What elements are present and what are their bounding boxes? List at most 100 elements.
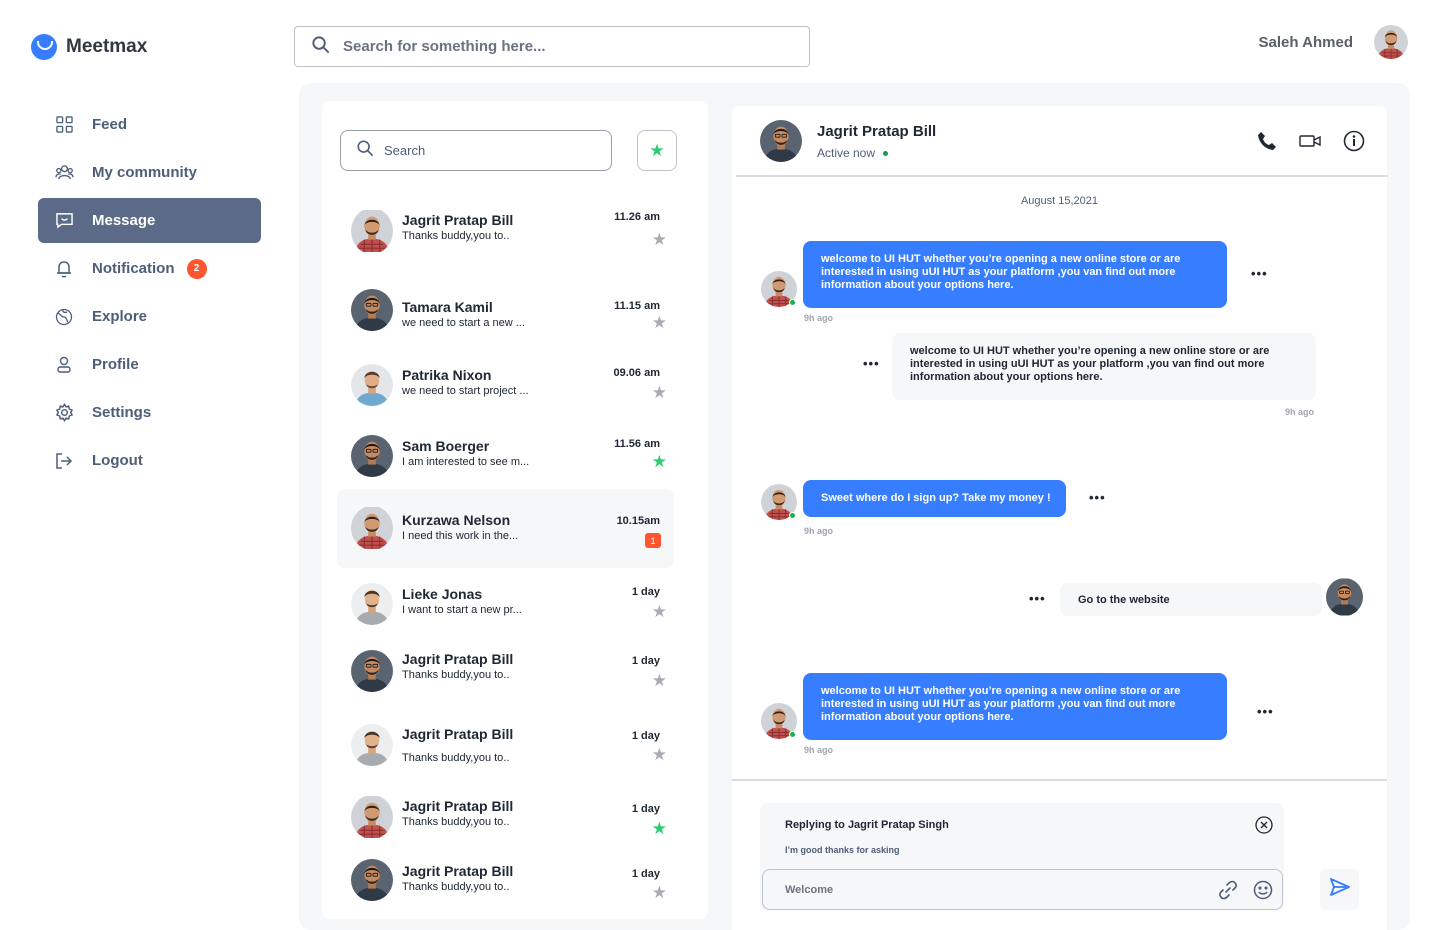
star-icon[interactable]: ★ xyxy=(652,671,667,691)
sidebar-item-message[interactable]: Message xyxy=(38,198,261,243)
conversation-time: 11.26 am xyxy=(614,211,660,223)
message-input[interactable] xyxy=(785,883,1185,896)
sidebar-item-notification[interactable]: Notification 2 xyxy=(38,246,261,291)
more-options-icon[interactable]: ••• xyxy=(1029,591,1046,606)
avatar xyxy=(351,289,393,331)
conversation-item[interactable]: Tamara Kamil we need to start a new ... 1… xyxy=(337,289,674,333)
sidebar-item-logout[interactable]: Logout xyxy=(38,438,261,483)
conversation-time: 11.56 am xyxy=(614,438,660,450)
star-icon[interactable]: ★ xyxy=(652,383,667,403)
more-options-icon[interactable]: ••• xyxy=(1089,490,1106,505)
app-logo[interactable]: Meetmax xyxy=(31,34,147,60)
sidebar-item-explore[interactable]: Explore xyxy=(38,294,261,339)
conversation-preview: we need to start a new ... xyxy=(402,317,525,329)
logo-icon xyxy=(31,34,57,60)
sidebar-item-label: Settings xyxy=(92,404,152,421)
send-icon xyxy=(1329,877,1351,902)
conversation-preview: we need to start project ... xyxy=(402,385,529,397)
reply-title: Replying to Jagrit Pratap Singh xyxy=(785,819,949,831)
chat-status-text: Active now xyxy=(817,146,876,160)
conversation-name: Sam Boerger xyxy=(402,438,490,454)
more-options-icon[interactable]: ••• xyxy=(1251,266,1268,281)
phone-icon[interactable] xyxy=(1255,129,1279,153)
conversation-name: Patrika Nixon xyxy=(402,367,492,383)
conversation-name: Tamara Kamil xyxy=(402,299,493,315)
sidebar-item-my-community[interactable]: My community xyxy=(38,150,261,195)
conversation-search[interactable] xyxy=(340,130,612,171)
message-bubble: Sweet where do I sign up? Take my money … xyxy=(803,480,1066,517)
global-search-input[interactable] xyxy=(343,38,763,55)
conversation-time: 1 day xyxy=(631,586,660,598)
sidebar-item-feed[interactable]: Feed xyxy=(38,102,261,147)
star-icon[interactable]: ★ xyxy=(652,883,667,903)
message-time: 9h ago xyxy=(1285,407,1315,417)
community-icon xyxy=(54,163,74,183)
conversation-preview: Thanks buddy,you to.. xyxy=(402,669,510,681)
star-icon[interactable]: ★ xyxy=(652,230,667,250)
user-menu[interactable]: Saleh Ahmed xyxy=(1259,25,1408,59)
sidebar-item-profile[interactable]: Profile xyxy=(38,342,261,387)
avatar xyxy=(351,435,393,477)
attach-link-icon[interactable] xyxy=(1218,880,1238,900)
sidebar-nav: Feed My community Message Notification 2… xyxy=(38,102,261,486)
message-time: 9h ago xyxy=(804,313,834,323)
message-bubble: Go to the website xyxy=(1060,583,1322,616)
conversation-item[interactable]: Patrika Nixon we need to start project ..… xyxy=(337,364,674,408)
conversation-preview: I need this work in the... xyxy=(402,530,519,542)
avatar xyxy=(351,724,393,766)
search-icon xyxy=(311,35,330,59)
star-icon: ★ xyxy=(649,140,665,160)
star-icon[interactable]: ★ xyxy=(652,819,667,839)
star-icon[interactable]: ★ xyxy=(652,745,667,765)
chat-panel: Jagrit Pratap Bill Active now August 15,… xyxy=(732,106,1388,930)
conversation-item[interactable]: Lieke Jonas I want to start a new pr... 1… xyxy=(337,583,674,627)
more-options-icon[interactable]: ••• xyxy=(863,356,880,371)
conversation-name: Jagrit Pratap Bill xyxy=(402,726,514,742)
send-button[interactable] xyxy=(1320,869,1359,910)
message-time: 9h ago xyxy=(804,526,834,536)
app-name: Meetmax xyxy=(66,36,148,57)
star-icon[interactable]: ★ xyxy=(652,313,667,333)
conversation-item[interactable]: Jagrit Pratap Bill Thanks buddy,you to.. … xyxy=(337,724,674,768)
conversation-item[interactable]: Jagrit Pratap Bill Thanks buddy,you to.. … xyxy=(337,650,674,694)
avatar xyxy=(760,120,802,162)
close-icon[interactable] xyxy=(1255,816,1273,834)
avatar xyxy=(351,208,393,254)
conversation-name: Jagrit Pratap Bill xyxy=(402,212,514,228)
conversation-preview: Thanks buddy,you to.. xyxy=(402,816,510,828)
avatar xyxy=(351,859,393,901)
logout-icon xyxy=(54,451,74,471)
conversation-search-input[interactable] xyxy=(384,143,584,158)
avatar xyxy=(761,703,797,739)
emoji-icon[interactable] xyxy=(1253,880,1273,900)
conversation-item[interactable]: Jagrit Pratap Bill Thanks buddy,you to.. … xyxy=(337,795,674,839)
sidebar-item-settings[interactable]: Settings xyxy=(38,390,261,435)
star-icon[interactable]: ★ xyxy=(652,602,667,622)
unread-badge: 1 xyxy=(645,533,661,548)
sidebar-item-label: Logout xyxy=(92,452,143,469)
video-camera-icon[interactable] xyxy=(1298,129,1322,153)
date-separator: August 15,2021 xyxy=(1020,195,1099,207)
conversation-time: 1 day xyxy=(631,868,660,880)
more-options-icon[interactable]: ••• xyxy=(1257,704,1274,719)
avatar xyxy=(761,271,797,307)
avatar[interactable] xyxy=(1374,25,1408,59)
star-icon[interactable]: ★ xyxy=(652,452,667,472)
message-composer[interactable] xyxy=(762,869,1283,910)
conversation-item[interactable]: Sam Boerger I am interested to see m... 1… xyxy=(337,435,674,479)
message-icon xyxy=(54,211,74,231)
starred-filter-button[interactable]: ★ xyxy=(637,130,677,171)
avatar xyxy=(351,583,393,625)
conversation-preview: Thanks buddy,you to.. xyxy=(402,752,510,764)
info-icon[interactable] xyxy=(1342,129,1366,153)
conversation-item[interactable]: Kurzawa Nelson I need this work in the...… xyxy=(337,489,674,568)
global-search[interactable] xyxy=(294,26,810,67)
sidebar-item-label: Feed xyxy=(92,116,128,133)
chat-contact-name: Jagrit Pratap Bill xyxy=(817,123,937,140)
sidebar-item-label: My community xyxy=(92,164,198,181)
conversation-preview: I am interested to see m... xyxy=(402,456,530,468)
sidebar-item-label: Message xyxy=(92,212,156,229)
conversation-item[interactable]: Jagrit Pratap Bill Thanks buddy,you to.. … xyxy=(337,208,674,264)
composer-divider xyxy=(732,779,1387,781)
conversation-item[interactable]: Jagrit Pratap Bill Thanks buddy,you to.. … xyxy=(337,859,674,903)
